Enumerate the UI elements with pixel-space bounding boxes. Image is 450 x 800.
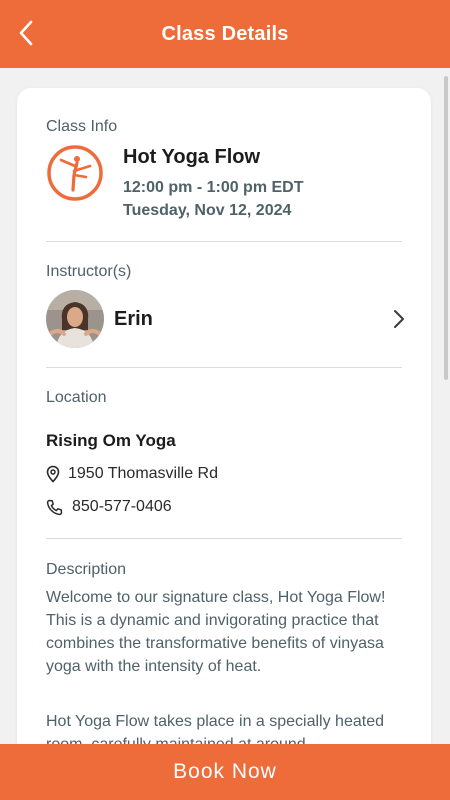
- description-label: Description: [46, 561, 127, 578]
- book-now-button[interactable]: Book Now: [0, 744, 450, 800]
- address-row[interactable]: 1950 Thomasville Rd: [46, 465, 218, 483]
- class-info-label: Class Info: [46, 118, 118, 135]
- instructor-row[interactable]: Erin: [46, 289, 406, 349]
- class-date: Tuesday, Nov 12, 2024: [123, 202, 292, 219]
- divider: [46, 367, 402, 368]
- address-text: 1950 Thomasville Rd: [68, 465, 219, 482]
- class-name: Hot Yoga Flow: [123, 146, 261, 168]
- avatar: [46, 290, 104, 348]
- chevron-right-icon: [394, 310, 404, 328]
- divider: [46, 538, 402, 539]
- app-header: Class Details: [0, 0, 450, 68]
- location-label: Location: [46, 389, 107, 406]
- yoga-pose-icon: [47, 145, 103, 201]
- class-time: 12:00 pm - 1:00 pm EDT: [123, 179, 304, 196]
- phone-row[interactable]: 850-577-0406: [46, 498, 172, 516]
- instructor-name: Erin: [114, 307, 153, 330]
- chevron-left-icon: [19, 20, 33, 46]
- instructor-label: Instructor(s): [46, 263, 132, 280]
- class-details-card: Class Info Hot Yoga Flow 12:00 pm - 1:00…: [17, 88, 431, 800]
- divider: [46, 241, 402, 242]
- phone-icon: [46, 499, 63, 515]
- back-button[interactable]: [12, 18, 40, 48]
- description-paragraph: Welcome to our signature class, Hot Yoga…: [46, 589, 386, 675]
- scrollbar[interactable]: [444, 76, 448, 380]
- location-name: Rising Om Yoga: [46, 431, 176, 450]
- map-pin-icon: [46, 465, 60, 483]
- phone-text: 850-577-0406: [72, 498, 172, 515]
- page-title: Class Details: [161, 22, 289, 45]
